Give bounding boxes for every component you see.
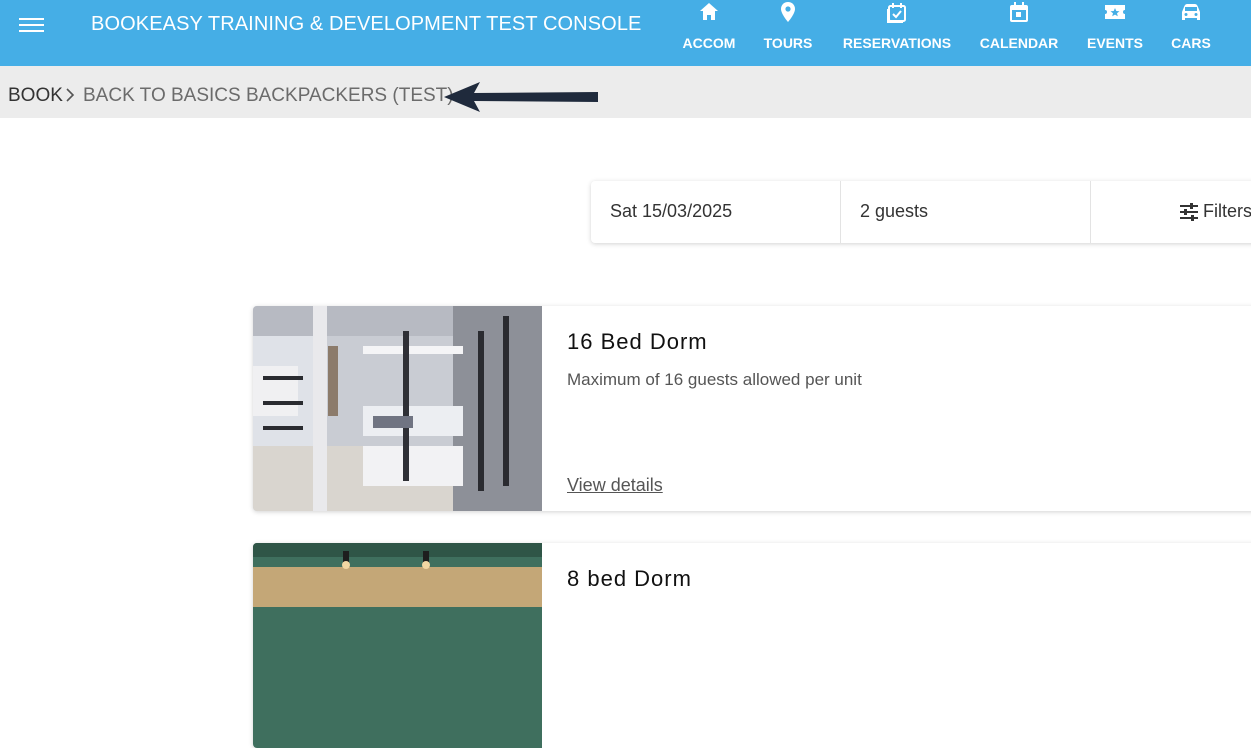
room-description: Maximum of 16 guests allowed per unit [567,370,862,389]
date-value: Sat 15/03/2025 [610,201,733,221]
breadcrumb-book-link[interactable]: BOOK [8,85,63,107]
calendar-check-icon [887,3,906,23]
filters-button[interactable]: Filters [1091,181,1251,243]
nav-tours[interactable]: TOURS [763,0,813,66]
room-photo [253,543,542,748]
guests-selector[interactable]: 2 guests [841,181,1091,243]
guests-value: 2 guests [860,201,929,221]
room-title: 16 Bed Dorm [567,329,708,354]
room-card: 8 bed Dorm [253,543,1251,748]
breadcrumb-current: BACK TO BASICS BACKPACKERS (TEST) [83,85,454,106]
nav-reservations[interactable]: RESERVATIONS [841,0,953,66]
breadcrumb: BOOK BACK TO BASICS BACKPACKERS (TEST) [0,66,1251,118]
ticket-star-icon [1105,5,1125,19]
annotation-arrow-icon [444,82,598,112]
view-details-link[interactable]: View details [567,475,663,496]
nav-label: CALENDAR [979,35,1059,51]
search-bar: Sat 15/03/2025 2 guests Filters [591,181,1251,243]
hamburger-menu-icon[interactable] [19,15,44,35]
room-title: 8 bed Dorm [567,566,692,591]
date-selector[interactable]: Sat 15/03/2025 [591,181,841,243]
map-pin-icon [781,2,795,22]
nav-cars[interactable]: CARS [1171,0,1211,66]
nav-calendar[interactable]: CALENDAR [979,0,1059,66]
chevron-right-icon [66,88,75,102]
car-icon [1182,4,1200,20]
room-card: 16 Bed Dorm Maximum of 16 guests allowed… [253,306,1251,511]
nav-label: ACCOM [682,35,736,51]
sliders-icon [1180,203,1198,221]
filters-label: Filters [1203,201,1251,221]
app-bar: BOOKEASY TRAINING & DEVELOPMENT TEST CON… [0,0,1251,66]
nav-label: CARS [1171,35,1211,51]
nav-label: EVENTS [1086,35,1144,51]
nav-label: TOURS [763,35,813,51]
calendar-icon [1010,2,1028,22]
nav-label: RESERVATIONS [842,35,952,51]
room-photo [253,306,542,511]
home-icon [700,3,718,20]
nav-accom[interactable]: ACCOM [681,0,737,66]
app-title: BOOKEASY TRAINING & DEVELOPMENT TEST CON… [91,13,642,35]
nav-events[interactable]: EVENTS [1086,0,1144,66]
